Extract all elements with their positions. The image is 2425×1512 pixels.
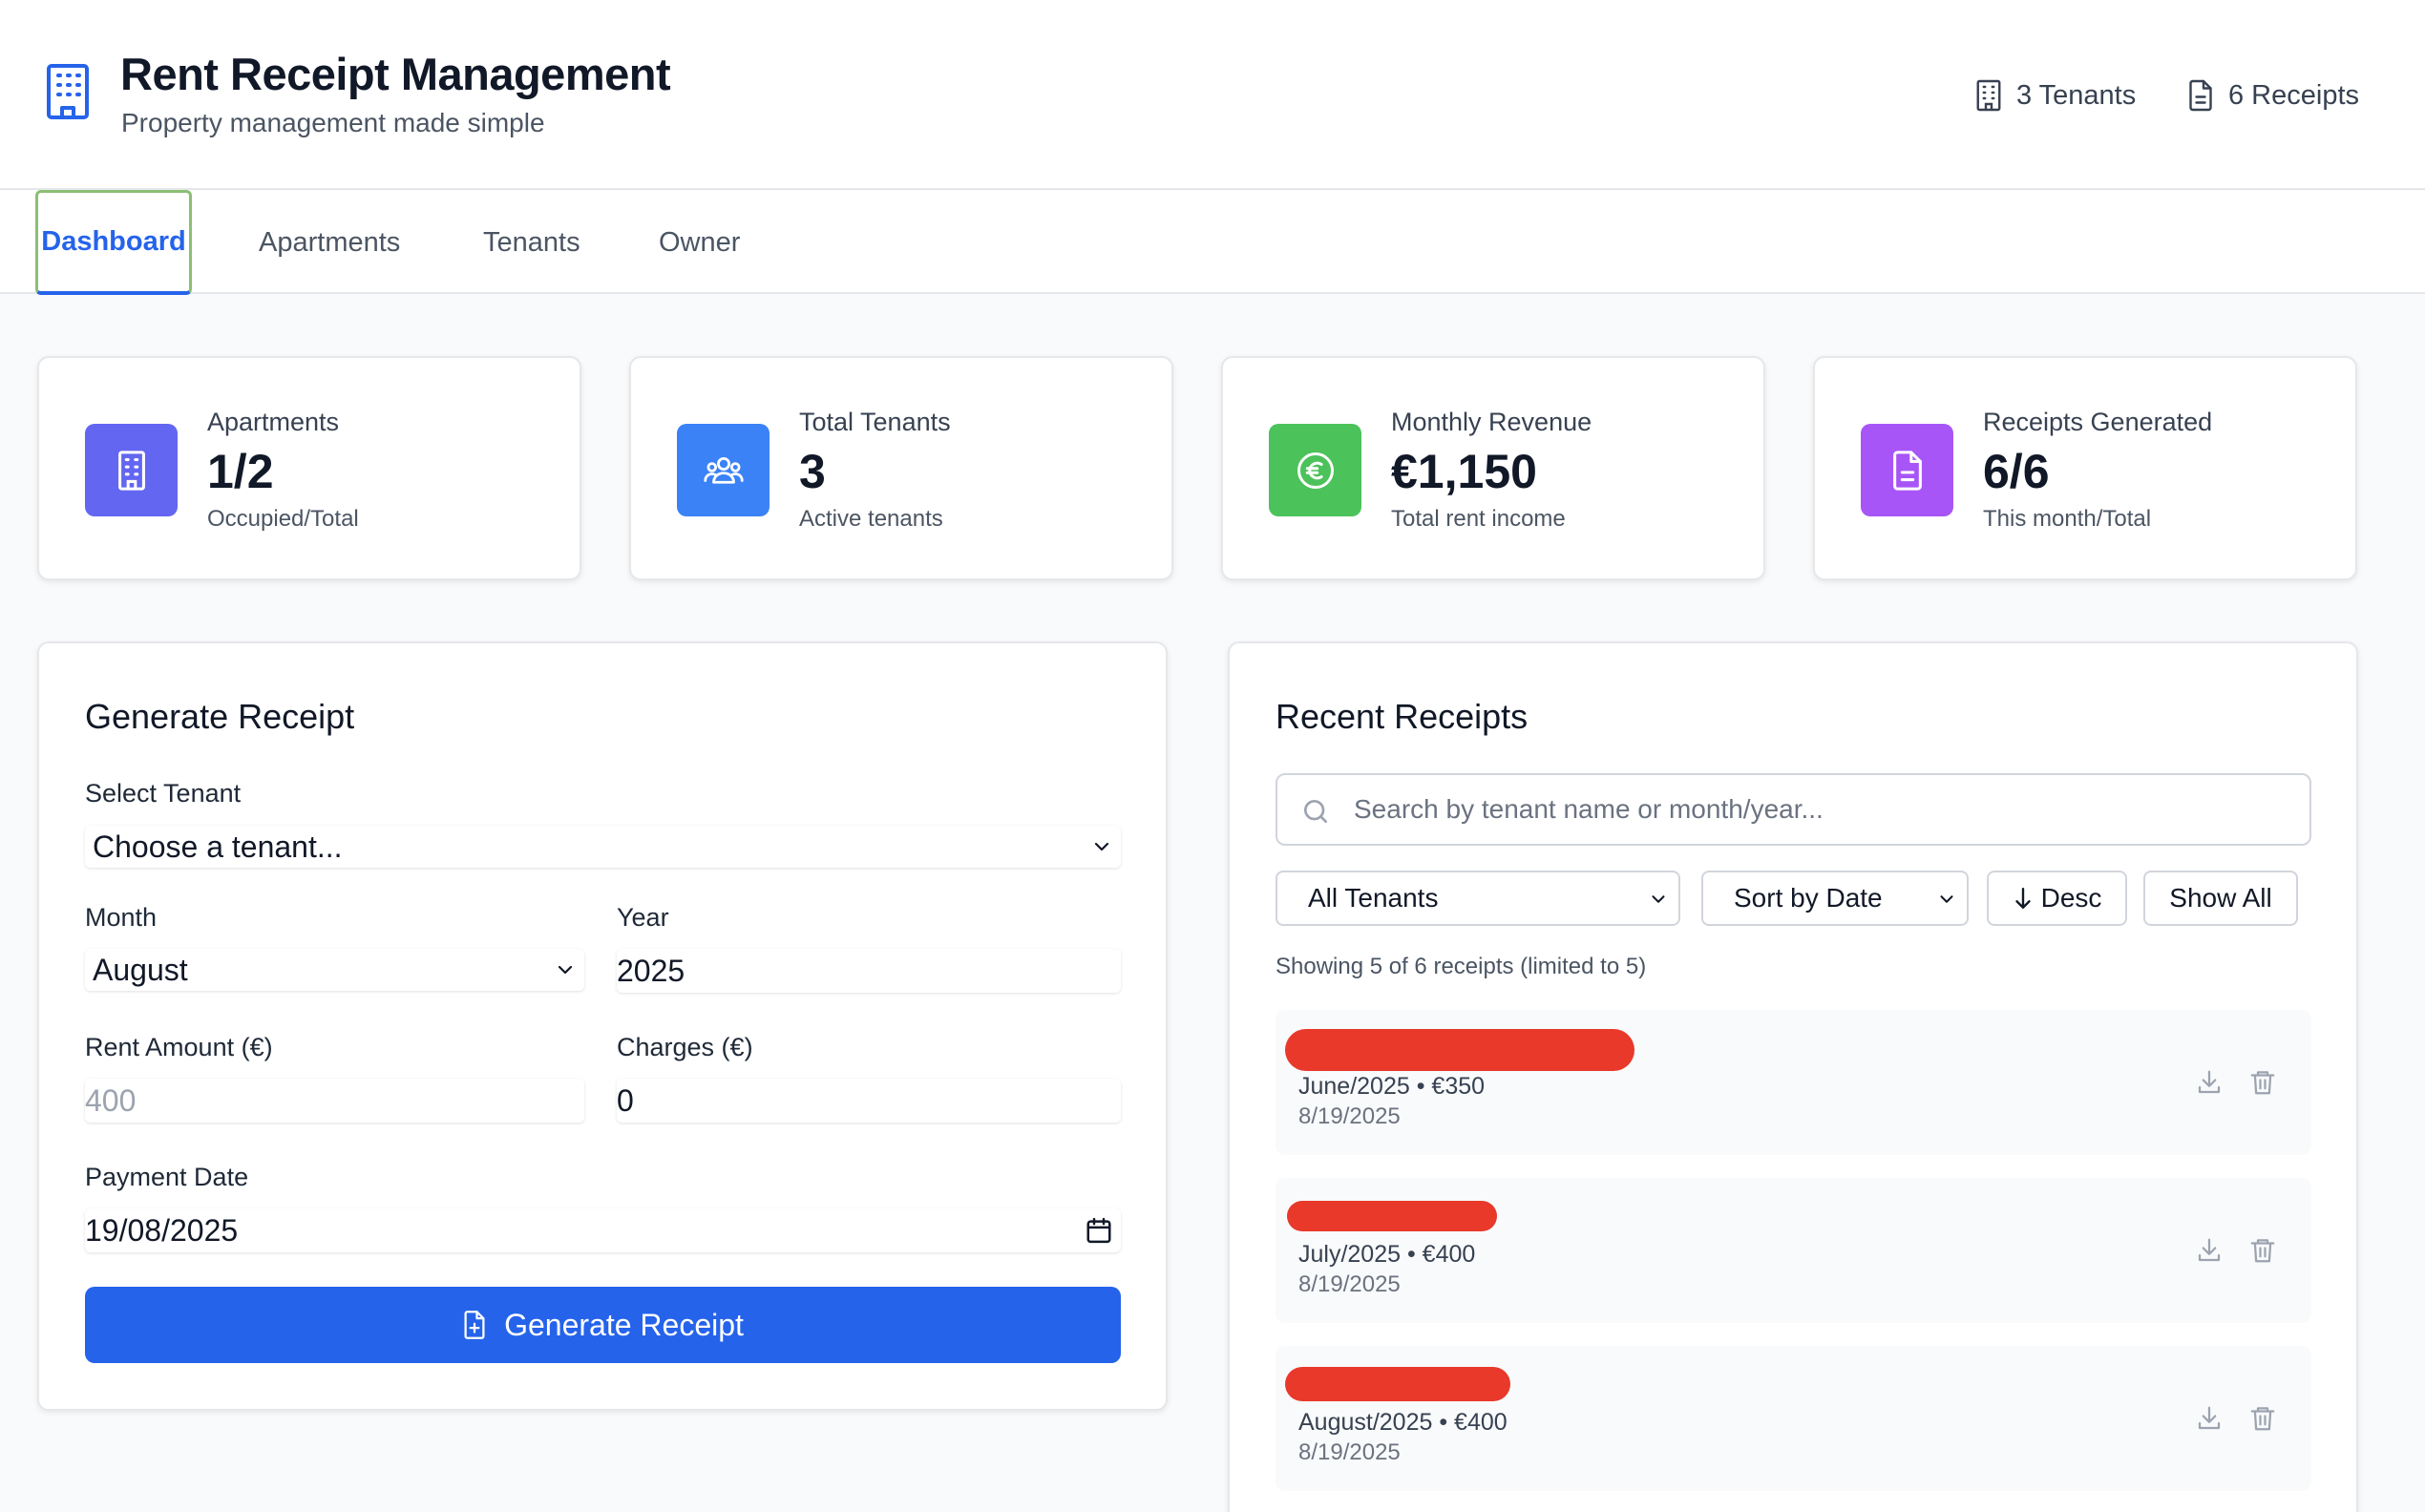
receipt-meta: July/2025 • €400 <box>1298 1241 1476 1268</box>
panel-title: Generate Receipt <box>85 697 355 736</box>
year-input[interactable]: 2025 <box>617 949 1121 993</box>
month-select-value: August <box>93 952 188 987</box>
stat-sub: Occupied/Total <box>207 506 359 532</box>
file-icon <box>2189 79 2212 112</box>
stat-sub: This month/Total <box>1983 506 2152 532</box>
stat-value: 1/2 <box>207 445 274 498</box>
year-label: Year <box>617 903 669 932</box>
rent-label: Rent Amount (€) <box>85 1033 273 1061</box>
receipt-item: June/2025 • €350 8/19/2025 <box>1276 1010 2311 1155</box>
download-icon[interactable] <box>2195 1403 2224 1434</box>
payment-date-input[interactable]: 19/08/2025 <box>85 1208 1121 1252</box>
tab-dashboard[interactable]: Dashboard <box>35 190 192 295</box>
chevron-down-icon <box>1094 842 1109 851</box>
arrow-down-icon <box>2014 888 2031 909</box>
stat-card-tenants: Total Tenants 3 Active tenants <box>629 356 1173 580</box>
receipt-search-input[interactable]: Search by tenant name or month/year... <box>1276 773 2311 846</box>
sort-order-label: Desc <box>2040 883 2102 913</box>
tab-apartments[interactable]: Apartments <box>259 191 400 294</box>
file-icon <box>1892 450 1922 491</box>
building-logo-icon <box>47 64 89 119</box>
header-receipts-count: 6 Receipts <box>2186 76 2359 115</box>
showing-count-text: Showing 5 of 6 receipts (limited to 5) <box>1276 954 1647 979</box>
show-all-button[interactable]: Show All <box>2143 871 2298 926</box>
receipt-meta: August/2025 • €400 <box>1298 1409 1508 1436</box>
app-subtitle: Property management made simple <box>121 108 545 137</box>
app-title: Rent Receipt Management <box>120 49 671 99</box>
stat-value: 3 <box>799 445 826 498</box>
receipt-date: 8/19/2025 <box>1298 1271 1401 1297</box>
recent-receipts-panel: Recent Receipts Search by tenant name or… <box>1228 641 2358 1512</box>
file-plus-icon <box>464 1311 485 1339</box>
stat-label: Total Tenants <box>799 408 951 436</box>
chevron-down-icon <box>1652 895 1665 903</box>
receipt-item: August/2025 • €400 8/19/2025 <box>1276 1346 2311 1491</box>
stat-label: Apartments <box>207 408 340 436</box>
charges-label: Charges (€) <box>617 1033 753 1061</box>
stat-sub: Active tenants <box>799 506 943 532</box>
sort-select-value: Sort by Date <box>1734 883 1883 913</box>
stat-icon-box <box>677 424 770 516</box>
stat-sub: Total rent income <box>1391 506 1566 532</box>
search-icon <box>1304 800 1327 823</box>
app-header: Rent Receipt Management Property managem… <box>0 0 2425 190</box>
tenants-count-label: 3 Tenants <box>2016 79 2137 111</box>
stat-label: Monthly Revenue <box>1391 408 1592 436</box>
stat-icon-box <box>1269 424 1361 516</box>
charges-input[interactable]: 0 <box>617 1079 1121 1123</box>
generate-button-label: Generate Receipt <box>504 1307 744 1342</box>
tab-owner[interactable]: Owner <box>659 191 740 294</box>
stat-value: €1,150 <box>1391 445 1537 498</box>
tab-bar: Dashboard Apartments Tenants Owner <box>0 190 2425 295</box>
building-icon <box>117 450 145 491</box>
calendar-icon[interactable] <box>1085 1216 1113 1245</box>
tenant-select-value: Choose a tenant... <box>93 829 343 864</box>
tab-tenants[interactable]: Tenants <box>483 191 580 294</box>
receipts-count-label: 6 Receipts <box>2228 79 2360 111</box>
receipt-date: 8/19/2025 <box>1298 1103 1401 1129</box>
stat-value: 6/6 <box>1983 445 2050 498</box>
download-icon[interactable] <box>2195 1235 2224 1266</box>
stat-icon-box <box>85 424 178 516</box>
tenant-select[interactable]: Choose a tenant... <box>85 826 1121 868</box>
chevron-down-icon <box>1940 895 1953 903</box>
download-icon[interactable] <box>2195 1067 2224 1098</box>
month-label: Month <box>85 903 158 932</box>
stat-icon-box <box>1861 424 1953 516</box>
payment-date-value: 19/08/2025 <box>85 1212 239 1248</box>
header-tenants-count: 3 Tenants <box>1974 76 2136 115</box>
chevron-down-icon <box>558 965 573 975</box>
payment-date-label: Payment Date <box>85 1163 249 1191</box>
trash-icon[interactable] <box>2248 1235 2277 1266</box>
redacted-tenant-name <box>1287 1201 1497 1231</box>
month-select[interactable]: August <box>85 949 584 991</box>
generate-receipt-button[interactable]: Generate Receipt <box>85 1287 1121 1363</box>
trash-icon[interactable] <box>2248 1403 2277 1434</box>
trash-icon[interactable] <box>2248 1067 2277 1098</box>
tenant-filter-value: All Tenants <box>1308 883 1439 913</box>
users-icon <box>703 456 744 484</box>
euro-icon <box>1297 452 1334 489</box>
receipt-meta: June/2025 • €350 <box>1298 1073 1486 1100</box>
receipt-item: July/2025 • €400 8/19/2025 <box>1276 1178 2311 1323</box>
redacted-tenant-name <box>1285 1367 1510 1401</box>
tenant-filter-select[interactable]: All Tenants <box>1276 871 1680 926</box>
sort-order-button[interactable]: Desc <box>1987 871 2127 926</box>
panel-title: Recent Receipts <box>1276 697 1529 736</box>
receipt-date: 8/19/2025 <box>1298 1439 1401 1465</box>
generate-receipt-panel: Generate Receipt Select Tenant Choose a … <box>37 641 1168 1411</box>
redacted-tenant-name <box>1285 1029 1634 1071</box>
stat-label: Receipts Generated <box>1983 408 2213 436</box>
stat-card-apartments: Apartments 1/2 Occupied/Total <box>37 356 581 580</box>
stat-card-revenue: Monthly Revenue €1,150 Total rent income <box>1221 356 1765 580</box>
sort-select[interactable]: Sort by Date <box>1701 871 1969 926</box>
search-placeholder: Search by tenant name or month/year... <box>1354 794 1824 824</box>
tenant-label: Select Tenant <box>85 779 242 808</box>
stat-card-receipts: Receipts Generated 6/6 This month/Total <box>1813 356 2357 580</box>
rent-input[interactable]: 400 <box>85 1079 584 1123</box>
building-icon <box>1976 79 2001 112</box>
